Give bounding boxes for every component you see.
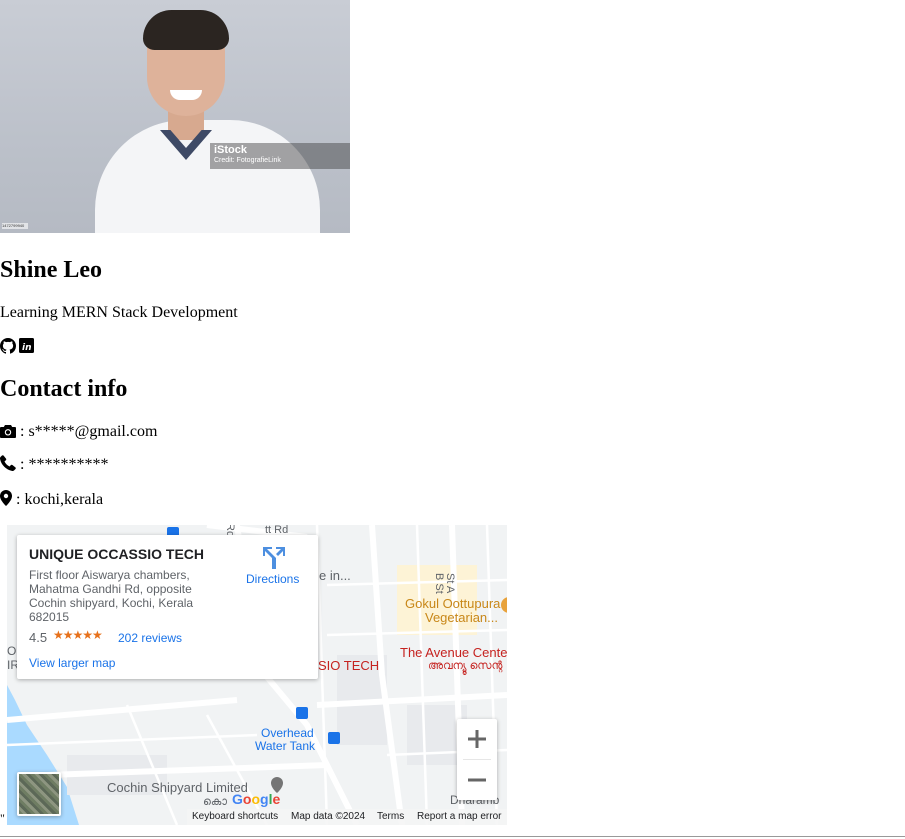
map-label-e-in: e in... [319, 568, 351, 583]
linkedin-icon[interactable]: in [19, 338, 35, 354]
contact-phone: : ********** [20, 456, 109, 473]
google-logo: Google [232, 791, 281, 807]
contact-email: : s*****@gmail.com [20, 423, 158, 440]
map-label-gokul: Gokul Oottupura [405, 596, 501, 611]
bottom-divider [0, 836, 905, 837]
contact-location: : kochi,kerala [16, 491, 104, 508]
stock-watermark: iStock Credit: FotografieLink [210, 143, 350, 169]
contact-title: Contact info [0, 376, 128, 402]
keyboard-shortcuts-link[interactable]: Keyboard shortcuts [192, 809, 278, 825]
zoom-in-button[interactable] [457, 719, 497, 759]
page: iStock Credit: FotografieLink 1472799940… [0, 0, 905, 839]
phone-icon [0, 455, 16, 473]
contact-location-row: : kochi,kerala [0, 490, 103, 510]
directions-icon[interactable] [263, 547, 285, 569]
terms-link[interactable]: Terms [377, 809, 404, 825]
profile-name: Shine Leo [0, 257, 103, 283]
contact-email-row: : s*****@gmail.com [0, 422, 157, 442]
profile-tagline: Learning MERN Stack Development [0, 304, 238, 321]
photo-hair [143, 10, 229, 50]
map-label-avenue-ml: അവന്യൂ സെന്റ [428, 660, 503, 672]
satellite-toggle[interactable] [17, 772, 61, 816]
map-marker-icon [0, 490, 12, 508]
zoom-out-button[interactable] [457, 760, 497, 800]
minus-icon [468, 778, 486, 782]
photo-shirt [95, 120, 320, 233]
google-map-embed[interactable]: Gokul Oottupura Vegetarian... The Avenue… [7, 525, 507, 825]
map-label-avenue: The Avenue Cente [400, 645, 507, 660]
map-label-occassio: SIO TECH [318, 658, 380, 673]
watermark-brand: iStock [214, 144, 248, 156]
plus-icon [468, 730, 486, 748]
svg-text:in: in [22, 343, 32, 353]
watermark-credit: Credit: FotografieLink [214, 157, 281, 164]
image-tag: 1472799940 [2, 223, 28, 229]
map-attribution-bar: Keyboard shortcuts Map data ©2024 Terms … [187, 809, 507, 825]
camera-icon [0, 423, 16, 440]
business-address: First floor Aiswarya chambers, Mahatma G… [29, 568, 194, 624]
photo-smile [170, 90, 202, 100]
github-icon[interactable] [0, 338, 17, 354]
profile-photo: iStock Credit: FotografieLink 1472799940 [0, 0, 350, 233]
rating-value: 4.5 [29, 630, 48, 645]
directions-link[interactable]: Directions [246, 572, 299, 586]
stray-quote-text: " [0, 811, 5, 825]
map-data-text: Map data ©2024 [291, 811, 366, 822]
star-rating: ★★★★★ [53, 628, 103, 642]
view-larger-map-link[interactable]: View larger map [29, 656, 115, 670]
reviews-link[interactable]: 202 reviews [118, 631, 182, 645]
report-error-link[interactable]: Report a map error [417, 809, 501, 825]
map-label-water-tank: Water Tank [255, 739, 316, 753]
contact-phone-row: : ********** [0, 455, 108, 475]
map-label-b-st: B St [433, 573, 445, 594]
map-label-overhead: Overhead [261, 726, 314, 740]
business-name: UNIQUE OCCASSIO TECH [29, 546, 205, 562]
place-info-card: UNIQUE OCCASSIO TECH First floor Aiswary… [17, 535, 318, 679]
map-label-shipyard-ml: കൊ [203, 796, 227, 808]
zoom-controls [457, 719, 497, 800]
map-label-vegetarian: Vegetarian... [425, 610, 498, 625]
map-label-shipyard: Cochin Shipyard Limited [107, 780, 248, 795]
